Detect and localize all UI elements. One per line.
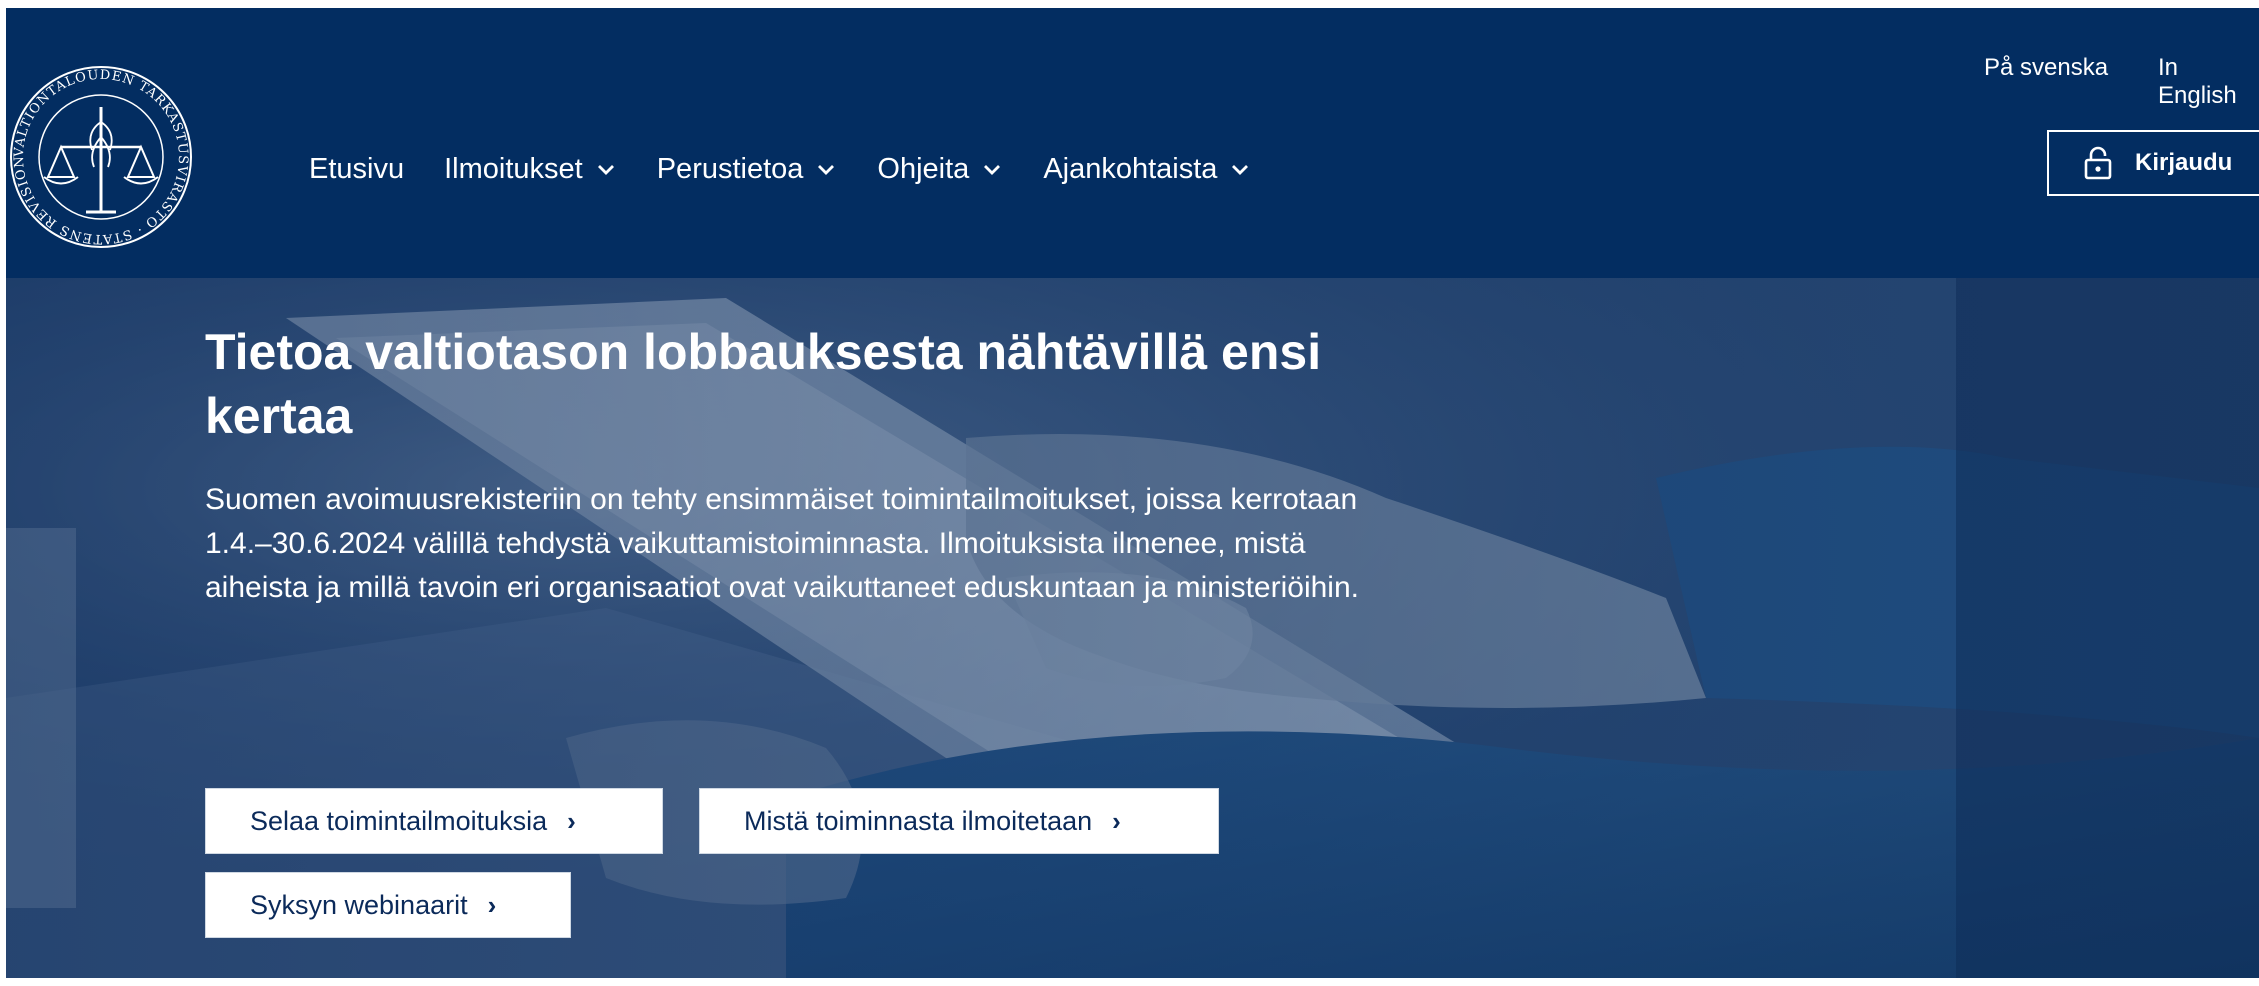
nav-item-perustietoa[interactable]: Perustietoa [657, 153, 838, 186]
what-to-report-button[interactable]: Mistä toiminnasta ilmoitetaan › [699, 788, 1219, 854]
nav-item-label: Ajankohtaista [1043, 152, 1218, 185]
chevron-down-icon [984, 165, 1001, 175]
nav-item-ilmoitukset[interactable]: Ilmoitukset [444, 153, 617, 186]
chevron-right-icon: › [487, 889, 497, 920]
chevron-down-icon [597, 165, 614, 175]
browser-viewport: VALTIONTALOUDEN TARKASTUSVIRASTO · STATE… [6, 8, 2259, 978]
browse-reports-button[interactable]: Selaa toimintailmoituksia › [205, 788, 663, 854]
hero-section: Tietoa valtiotason lobbauksesta nähtävil… [6, 278, 2259, 978]
button-label: Mistä toiminnasta ilmoitetaan [744, 805, 1093, 836]
nav-item-label: Ohjeita [877, 152, 970, 185]
chevron-right-icon: › [1112, 805, 1121, 836]
nav-item-label: Ilmoitukset [444, 152, 583, 185]
nav-item-etusivu[interactable]: Etusivu [309, 153, 404, 186]
nav-item-ajankohtaista[interactable]: Ajankohtaista [1043, 153, 1251, 186]
language-link-english[interactable]: In English [2158, 54, 2259, 110]
nav-item-label: Perustietoa [656, 152, 804, 185]
language-link-swedish[interactable]: På svenska [1984, 54, 2108, 82]
button-label: Syksyn webinaarit [250, 889, 468, 920]
button-label: Selaa toimintailmoituksia [250, 805, 548, 836]
site-header: VALTIONTALOUDEN TARKASTUSVIRASTO · STATE… [6, 8, 2259, 278]
chevron-right-icon: › [567, 805, 576, 836]
login-button[interactable]: Kirjaudu [2047, 130, 2259, 196]
nav-item-label: Etusivu [309, 152, 405, 185]
main-nav: Etusivu Ilmoitukset Perustietoa Ohjeita … [309, 144, 1251, 194]
hero-title: Tietoa valtiotason lobbauksesta nähtävil… [205, 324, 1322, 444]
autumn-webinars-button[interactable]: Syksyn webinaarit › [205, 872, 571, 938]
hero-lead-text: Suomen avoimuusrekisteriin on tehty ensi… [205, 483, 1359, 604]
nav-item-ohjeita[interactable]: Ohjeita [877, 153, 1003, 186]
chevron-down-icon [818, 165, 835, 175]
login-label: Kirjaudu [2135, 149, 2233, 176]
lock-icon [2084, 146, 2112, 180]
agency-logo[interactable]: VALTIONTALOUDEN TARKASTUSVIRASTO · STATE… [6, 51, 196, 252]
chevron-down-icon [1232, 165, 1249, 175]
